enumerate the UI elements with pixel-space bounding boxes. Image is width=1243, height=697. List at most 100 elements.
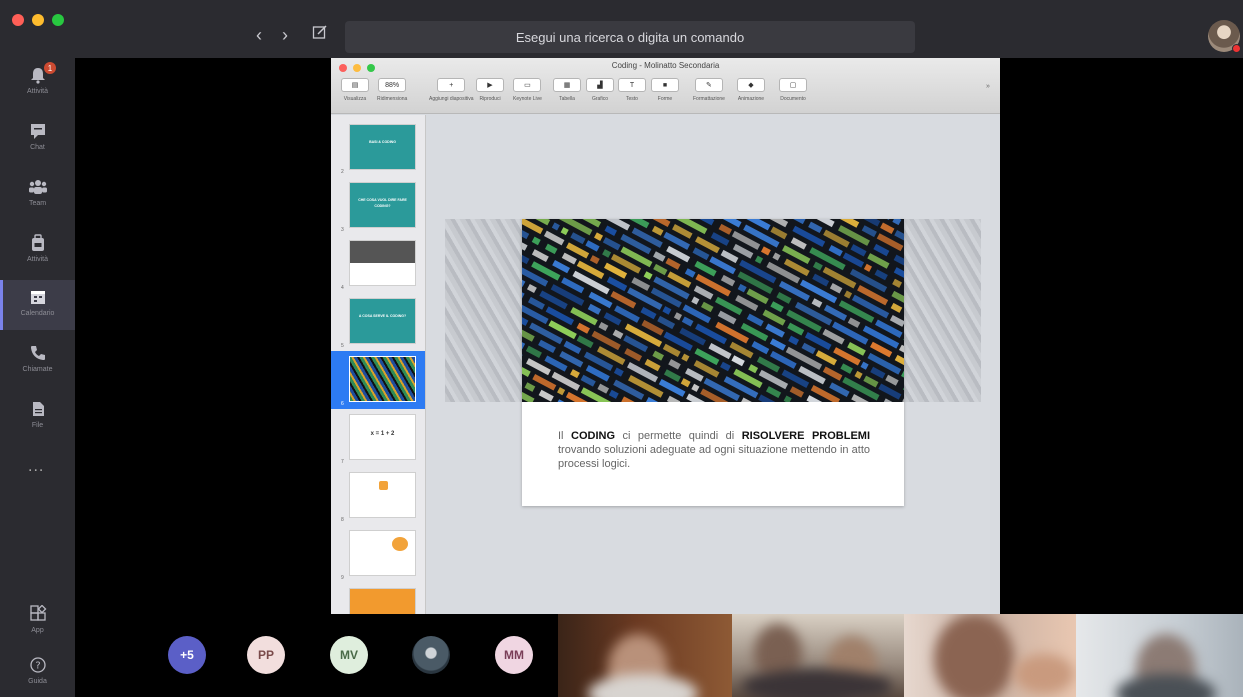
- toolbar-button-glyph: ▦: [553, 78, 581, 92]
- apps-icon: [29, 605, 46, 621]
- rail-label-calendar: Calendario: [20, 310, 55, 317]
- toolbar-item-9[interactable]: ✎ Formattazione: [693, 78, 725, 102]
- current-slide[interactable]: Il CODING ci permette quindi di RISOLVER…: [522, 219, 904, 506]
- slide-text-problems: RISOLVERE PROBLEMI: [741, 430, 870, 442]
- thumbnail-image: [349, 588, 416, 614]
- thumbnail-image: [349, 356, 416, 402]
- toolbar-item-11[interactable]: ▢ Documento: [779, 78, 807, 102]
- slide-thumbnail[interactable]: 8: [331, 467, 425, 525]
- slide-text-intro: Il: [558, 430, 571, 442]
- toolbar-button-glyph: T: [618, 78, 646, 92]
- minimize-window-button[interactable]: [32, 14, 44, 26]
- rail-item-assignments[interactable]: Attività: [0, 226, 75, 276]
- slide-thumbnail[interactable]: A COSA SERVE IL CODING? 5: [331, 293, 425, 351]
- video-tile[interactable]: [732, 614, 904, 697]
- slide-thumbnail[interactable]: CHE COSA VUOL DIRE FARE CODING? 3: [331, 177, 425, 235]
- toolbar-button-glyph: ■: [651, 78, 679, 92]
- help-icon: ?: [29, 657, 46, 673]
- calendar-icon: [30, 291, 45, 304]
- rail-item-calls[interactable]: Chiamate: [0, 336, 75, 386]
- toolbar-item-3[interactable]: ▶ Riproduci: [476, 78, 504, 102]
- participant-avatar[interactable]: MM: [495, 636, 533, 674]
- slide-text-coding: CODING: [571, 430, 615, 442]
- toolbar-item-2[interactable]: + Aggiungi diapositiva: [429, 78, 473, 102]
- toolbar-item-5[interactable]: ▦ Tabella: [553, 78, 581, 102]
- rail-label-help: Guida: [28, 678, 47, 685]
- slide-thumbnail[interactable]: BASI & CODING 2: [331, 119, 425, 177]
- toolbar-item-1[interactable]: 88% Ridimensiona: [377, 78, 407, 102]
- rail-item-calendar[interactable]: Calendario: [0, 280, 75, 330]
- slide-number: 3: [341, 227, 344, 233]
- rail-label-calls: Chiamate: [22, 366, 53, 373]
- participants-bar: +5 PP MV MM: [75, 614, 558, 697]
- code-photo: [522, 219, 904, 402]
- search-placeholder: Esegui una ricerca o digita un comando: [515, 29, 745, 45]
- thumbnail-title: BASI & CODING: [369, 140, 396, 144]
- overflow-participants-button[interactable]: +5: [168, 636, 206, 674]
- search-input[interactable]: Esegui una ricerca o digita un comando: [345, 21, 915, 53]
- video-tile[interactable]: [1076, 614, 1243, 697]
- rail-item-chat[interactable]: Chat: [0, 114, 75, 164]
- slide-navigator: BASI & CODING 2 CHE COSA VUOL DIRE FARE CO…: [331, 115, 426, 614]
- participant-avatar[interactable]: PP: [247, 636, 285, 674]
- toolbar-item-10[interactable]: ◆ Animazione: [737, 78, 765, 102]
- rail-label-files: File: [31, 422, 44, 429]
- toolbar-label: Tabella: [559, 96, 575, 102]
- rail-item-activity[interactable]: Attività 1: [0, 58, 75, 108]
- thumbnail-image: [349, 240, 416, 286]
- rail-item-help[interactable]: ? Guida: [0, 656, 75, 685]
- phone-icon: [30, 346, 45, 360]
- title-bar: ‹ › Esegui una ricerca o digita un coman…: [0, 0, 1243, 58]
- toolbar-button-glyph: ◆: [737, 78, 765, 92]
- keynote-titlebar: Coding - Molinatto Secondaria ▤ Visualizz…: [331, 58, 1000, 114]
- video-tile[interactable]: [904, 614, 1076, 697]
- rail-label-teams: Team: [28, 200, 47, 207]
- forward-arrow-icon[interactable]: ›: [282, 26, 288, 44]
- more-apps-icon[interactable]: ...: [28, 458, 44, 476]
- slide-thumbnail[interactable]: x = 1 + 2 7: [331, 409, 425, 467]
- toolbar-item-8[interactable]: ■ Forme: [651, 78, 679, 102]
- close-window-button[interactable]: [12, 14, 24, 26]
- slide-canvas: Il CODING ci permette quindi di RISOLVER…: [427, 115, 1000, 614]
- new-chat-icon[interactable]: [312, 24, 328, 40]
- slide-thumbnail[interactable]: 4: [331, 235, 425, 293]
- slide-thumbnail[interactable]: 10: [331, 583, 425, 614]
- teams-icon: [28, 180, 47, 194]
- slide-number: 6: [341, 401, 344, 407]
- toolbar-label: Forme: [657, 96, 673, 102]
- thumbnail-image: CHE COSA VUOL DIRE FARE CODING?: [349, 182, 416, 228]
- backpack-icon: [31, 234, 44, 251]
- thumbnail-title: CHE COSA VUOL DIRE FARE CODING?: [358, 198, 407, 208]
- slide-number: 7: [341, 459, 344, 465]
- toolbar-item-6[interactable]: ▟ Grafico: [586, 78, 614, 102]
- toolbar-item-0[interactable]: ▤ Visualizza: [341, 78, 369, 102]
- toolbar-label: Visualizza: [343, 96, 367, 102]
- participant-photo-avatar[interactable]: [412, 636, 450, 674]
- toolbar-item-4[interactable]: ▭ Keynote Live: [513, 78, 542, 102]
- zoom-window-button[interactable]: [52, 14, 64, 26]
- participant-avatar[interactable]: MV: [330, 636, 368, 674]
- toolbar-button-glyph: ▢: [779, 78, 807, 92]
- rail-item-files[interactable]: File: [0, 392, 75, 442]
- file-icon: [32, 402, 44, 416]
- slide-number: 9: [341, 575, 344, 581]
- rail-item-apps[interactable]: App: [0, 605, 75, 634]
- rail-item-teams[interactable]: Team: [0, 170, 75, 220]
- slide-body-text: Il CODING ci permette quindi di RISOLVER…: [558, 429, 870, 471]
- back-arrow-icon[interactable]: ‹: [256, 26, 262, 44]
- thumbnail-image: x = 1 + 2: [349, 414, 416, 460]
- slide-number: 2: [341, 169, 344, 175]
- slide-thumbnail[interactable]: 9: [331, 525, 425, 583]
- toolbar-label: Grafico: [591, 96, 609, 102]
- slide-text-end: trovando soluzioni adeguate ad ogni situ…: [558, 444, 870, 470]
- toolbar-label: Ridimensiona: [377, 96, 408, 102]
- toolbar-button-glyph: +: [437, 78, 466, 92]
- toolbar-button-glyph: 88%: [378, 78, 407, 92]
- toolbar-item-7[interactable]: T Testo: [618, 78, 646, 102]
- slide-number: 4: [341, 285, 344, 291]
- toolbar-overflow-icon[interactable]: »: [986, 83, 990, 90]
- slide-thumbnail[interactable]: 6: [331, 351, 425, 409]
- toolbar-button-glyph: ▶: [476, 78, 504, 92]
- slide-number: 5: [341, 343, 344, 349]
- video-tile[interactable]: [558, 614, 732, 697]
